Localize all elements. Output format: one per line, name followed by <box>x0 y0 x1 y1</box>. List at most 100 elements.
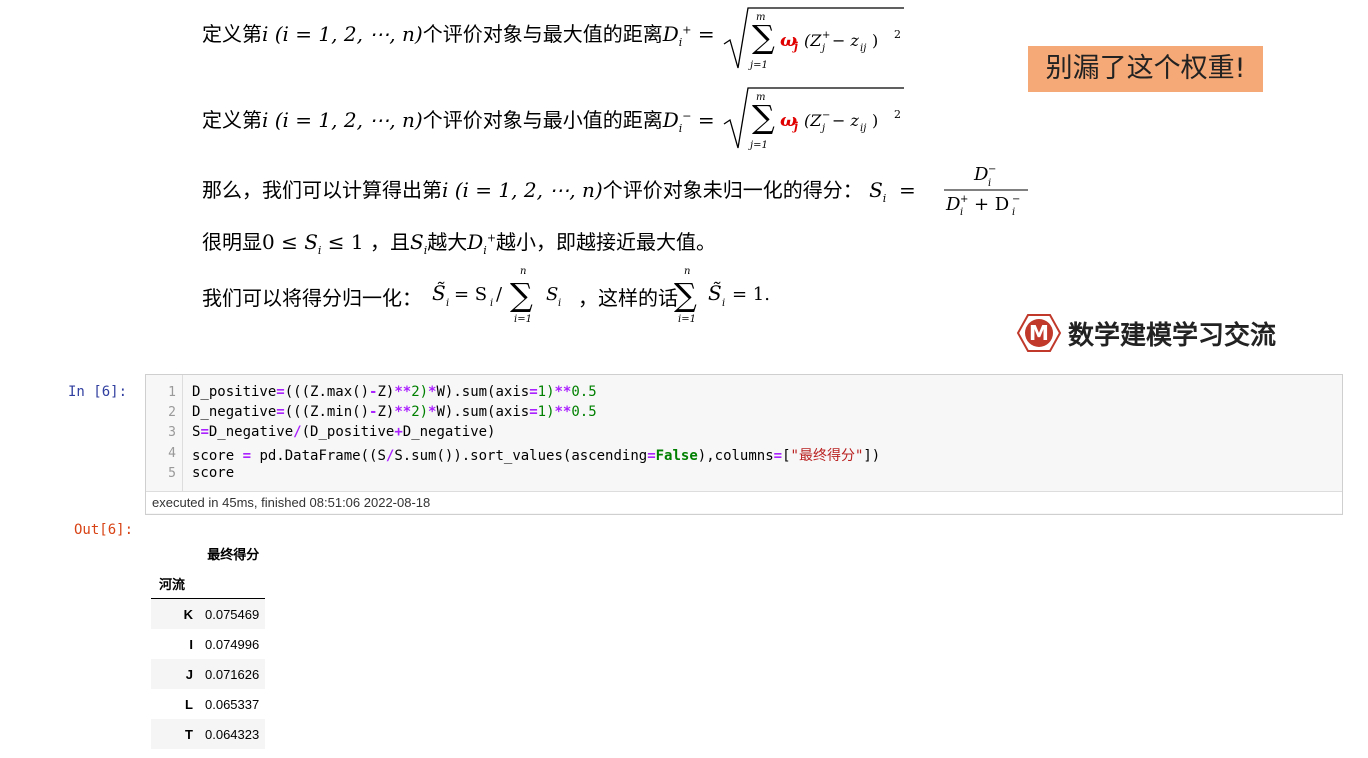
svg-text:S: S <box>546 284 558 305</box>
index-expr: i (i = 1, 2, ⋯, n) <box>262 22 423 46</box>
formula-text: 个评价对象与最小值的距离 <box>422 108 663 132</box>
formula-range: 很明显0 ≤ Si ≤ 1 ，且Si越大Di+越小，即越接近最大值。 <box>202 230 717 257</box>
logo: M 数学建模学习交流 <box>1016 312 1276 354</box>
row-value: 0.074996 <box>205 636 260 652</box>
svg-text:i: i <box>558 298 561 309</box>
svg-text:i=1: i=1 <box>678 314 696 325</box>
row-value: 0.064323 <box>205 726 260 742</box>
svg-text:m: m <box>756 92 765 103</box>
svg-text:∑: ∑ <box>510 276 533 314</box>
line-number-gutter: 1 2 3 4 5 <box>146 375 183 491</box>
line-number: 3 <box>168 425 176 440</box>
execution-info: executed in 45ms, finished 08:51:06 2022… <box>146 491 1342 513</box>
table-row: K 0.075469 <box>151 598 266 629</box>
index-name-row: 河流 <box>151 568 266 599</box>
d-symbol: D <box>662 108 679 132</box>
formula-text: ，这样的话 <box>578 286 678 310</box>
svg-text:= S: = S <box>454 284 487 305</box>
svg-text:= 1.: = 1. <box>732 284 770 305</box>
sqrt-formula-1: ∑ m j=1 ω j (Z + j − z ij ) 2 <box>723 7 904 71</box>
row-index: T <box>185 726 193 742</box>
svg-text:i=1: i=1 <box>514 314 532 325</box>
svg-text:/: / <box>496 284 503 305</box>
formula-text: ，且 <box>370 230 410 254</box>
formula-text: 越小，即越接近最大值。 <box>496 230 717 254</box>
row-index: J <box>185 666 193 682</box>
svg-text:M: M <box>1029 321 1049 345</box>
column-header: 最终得分 <box>207 546 260 562</box>
output-prompt: Out[6]: <box>74 522 134 538</box>
formula-text: 那么，我们可以计算得出第 <box>202 178 442 202</box>
svg-text:n: n <box>684 266 690 277</box>
code-line[interactable]: score = pd.DataFrame((S/S.sum()).sort_va… <box>192 445 880 465</box>
formula-dminus: 定义第i (i = 1, 2, ⋯, n)个评价对象与最小值的距离Di− = <box>202 108 715 135</box>
fraction-formula: D i − D i + + D i − <box>944 164 1028 216</box>
row-index: L <box>185 696 193 712</box>
svg-text:− z: − z <box>832 31 859 50</box>
row-value: 0.075469 <box>205 606 260 622</box>
svg-text:S̃: S̃ <box>708 281 722 305</box>
svg-text:n: n <box>520 266 526 277</box>
line-number: 5 <box>168 466 176 481</box>
line-number: 2 <box>168 405 176 420</box>
dataframe-table: 最终得分 河流 K 0.075469 I 0.074996 J 0.071626… <box>151 538 266 749</box>
table-row: J 0.071626 <box>151 659 266 689</box>
row-index: K <box>183 606 193 622</box>
formula-dplus: 定义第i (i = 1, 2, ⋯, n)个评价对象与最大值的距离Di+ = <box>202 22 715 49</box>
svg-text:(Z: (Z <box>804 111 822 130</box>
svg-text:∑: ∑ <box>752 18 775 56</box>
svg-text:): ) <box>872 31 878 50</box>
table-row: I 0.074996 <box>151 629 265 659</box>
formula-score: 那么，我们可以计算得出第i (i = 1, 2, ⋯, n)个评价对象未归一化的… <box>202 178 916 205</box>
svg-text:j=1: j=1 <box>748 60 768 71</box>
index-expr: i (i = 1, 2, ⋯, n) <box>262 108 423 132</box>
svg-text:S̃: S̃ <box>432 281 446 305</box>
formula-normalize: 我们可以将得分归一化： <box>202 282 422 311</box>
line-number: 4 <box>168 446 176 461</box>
svg-text:i: i <box>490 298 493 309</box>
row-value: 0.065337 <box>205 696 260 712</box>
table-row: L 0.065337 <box>151 689 265 719</box>
svg-text:i: i <box>722 298 725 309</box>
logo-m-icon: M <box>1016 314 1062 352</box>
svg-text:m: m <box>756 12 765 23</box>
svg-text:i: i <box>446 298 449 309</box>
svg-text:∑: ∑ <box>752 98 775 136</box>
svg-text:D: D <box>945 194 961 215</box>
svg-text:+: + <box>960 194 968 205</box>
d-symbol: D <box>662 22 679 46</box>
code-line[interactable]: D_positive=(((Z.max()-Z)**2)*W).sum(axis… <box>192 384 597 400</box>
svg-text:−: − <box>988 164 996 175</box>
index-expr: i (i = 1, 2, ⋯, n) <box>442 178 603 202</box>
svg-text:−: − <box>1012 194 1020 205</box>
svg-text:(Z: (Z <box>804 31 822 50</box>
formula-text: 个评价对象与最大值的距离 <box>422 22 663 46</box>
code-line[interactable]: S=D_negative/(D_positive+D_negative) <box>192 424 495 440</box>
formula-text: 个评价对象未归一化的得分： <box>602 178 863 202</box>
svg-text:ij: ij <box>860 123 866 134</box>
weight-callout: 别漏了这个权重! <box>1028 46 1263 92</box>
svg-text:i: i <box>988 178 991 189</box>
formula-text: 定义第 <box>202 108 262 132</box>
index-name: 河流 <box>159 576 186 592</box>
svg-text:i: i <box>960 207 963 216</box>
row-value: 0.071626 <box>205 666 260 682</box>
svg-text:− z: − z <box>832 111 859 130</box>
table-row: T 0.064323 <box>151 719 266 749</box>
code-cell[interactable]: 1 2 3 4 5 D_positive=(((Z.max()-Z)**2)*W… <box>145 374 1343 515</box>
svg-text:D: D <box>973 164 989 185</box>
line-number: 1 <box>168 385 176 400</box>
svg-text:2: 2 <box>894 28 901 41</box>
input-prompt: In [6]: <box>68 384 128 400</box>
svg-text:i: i <box>1012 207 1015 216</box>
svg-text:−: − <box>822 110 830 121</box>
formula-text: 越大 <box>427 230 468 254</box>
code-line[interactable]: score <box>192 465 234 481</box>
svg-text:ij: ij <box>860 43 866 54</box>
formula-text: 我们可以将得分归一化： <box>202 286 422 310</box>
logo-text: 数学建模学习交流 <box>1068 320 1277 351</box>
svg-text:+: + <box>822 30 830 41</box>
table-header-row: 最终得分 <box>151 538 265 568</box>
code-line[interactable]: D_negative=(((Z.min()-Z)**2)*W).sum(axis… <box>192 404 597 420</box>
svg-text:): ) <box>872 111 878 130</box>
